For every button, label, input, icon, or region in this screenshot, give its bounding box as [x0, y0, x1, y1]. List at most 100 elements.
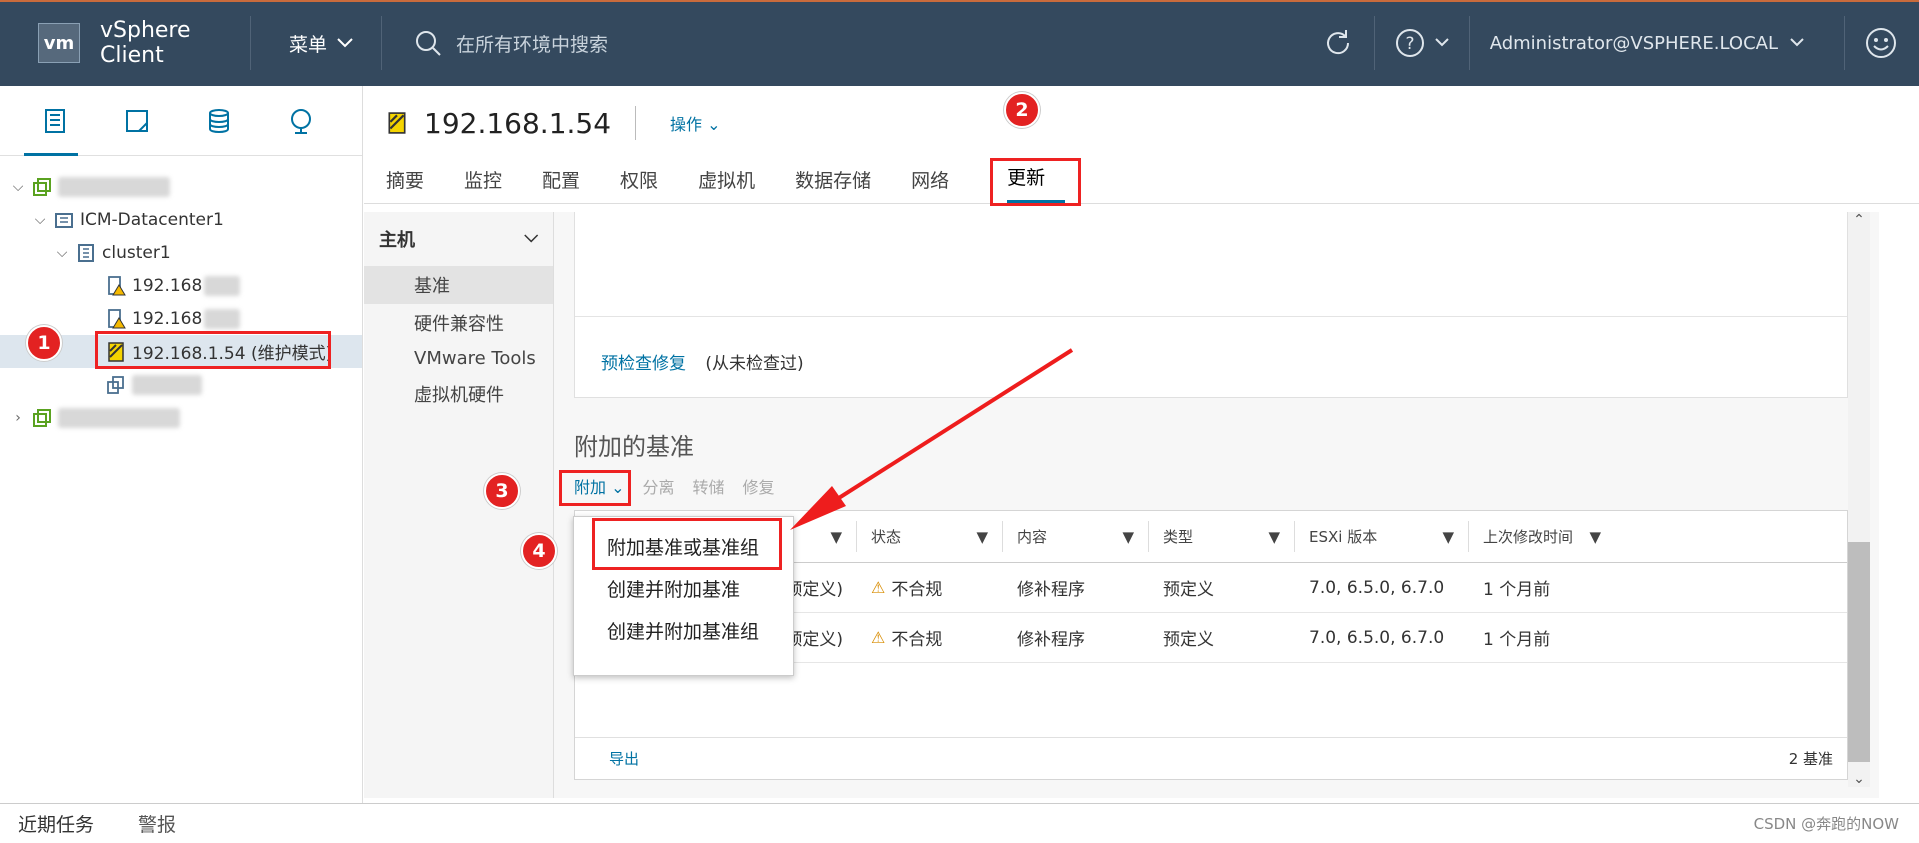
vcenter-icon: [33, 177, 51, 196]
subnav-title: 主机: [379, 230, 415, 251]
tab-datastores[interactable]: 数据存储: [795, 166, 891, 203]
cell-esxi: 7.0, 6.5.0, 6.7.0: [1309, 577, 1445, 598]
subnav-item-baselines[interactable]: 基准: [364, 266, 553, 304]
column-label: 上次修改时间: [1483, 528, 1574, 546]
redacted-name: [58, 176, 170, 197]
subnav-item-vmware-tools[interactable]: VMware Tools: [364, 342, 553, 375]
stage-button[interactable]: 转储: [693, 474, 725, 498]
precheck-link[interactable]: 预检查修复: [601, 354, 686, 374]
datacenter-label: ICM-Datacenter1: [80, 209, 224, 230]
cell-modified: 1 个月前: [1483, 580, 1551, 600]
hosts-clusters-icon[interactable]: [38, 104, 72, 138]
chevron-down-icon[interactable]: ⌵: [32, 212, 48, 228]
menu-item-create-attach-baseline-group[interactable]: 创建并附加基准组: [574, 609, 793, 651]
tree-node-cluster[interactable]: ⌵ cluster1: [0, 236, 362, 269]
tree-node-vcenter[interactable]: ⌵: [0, 170, 362, 203]
networking-icon[interactable]: [284, 104, 318, 138]
actions-menu-button[interactable]: 操作 ⌄: [670, 111, 721, 135]
cell-status: ⚠ 不合规: [857, 563, 1003, 612]
tab-vms[interactable]: 虚拟机: [698, 166, 775, 203]
filter-icon[interactable]: ▼: [1122, 528, 1134, 546]
subnav-header[interactable]: 主机 ⌵: [364, 212, 553, 266]
smiley-icon[interactable]: [1865, 27, 1897, 59]
top-bar: vm vSphere Client 菜单 在所有环境中搜索 ? Administ…: [0, 0, 1919, 86]
inventory-tree: ⌵ ⌵ ICM-Datacenter1 ⌵ cluster1 192.168 1…: [0, 156, 362, 434]
column-header-modified[interactable]: 上次修改时间 ▼: [1469, 521, 1615, 552]
menu-button[interactable]: 菜单: [289, 30, 353, 57]
host-maintenance-icon: [388, 112, 406, 134]
divider: [250, 16, 251, 70]
top-right-controls: ? Administrator@VSPHERE.LOCAL: [1322, 0, 1919, 86]
bottom-bar: 近期任务 警报 CSDN @奔跑的NOW: [0, 803, 1919, 843]
filter-icon[interactable]: ▼: [830, 528, 842, 546]
tree-node-datacenter[interactable]: ⌵ ICM-Datacenter1: [0, 203, 362, 236]
tree-node-host[interactable]: 192.168: [0, 269, 362, 302]
scroll-up-icon[interactable]: ⌃: [1848, 212, 1870, 228]
app-title: vSphere Client: [100, 18, 191, 68]
chevron-down-icon: ⌄: [707, 115, 721, 134]
chevron-down-icon[interactable]: [1435, 38, 1449, 48]
host-warning-icon: [108, 275, 126, 295]
tab-networks[interactable]: 网络: [911, 166, 969, 203]
step-badge-2: 2: [1004, 92, 1040, 128]
watermark: CSDN @奔跑的NOW: [1753, 815, 1899, 833]
cell-type: 预定义: [1163, 580, 1214, 600]
inventory-pane: ⌵ ⌵ ICM-Datacenter1 ⌵ cluster1 192.168 1…: [0, 86, 363, 803]
column-header-type[interactable]: 类型 ▼: [1149, 521, 1295, 552]
user-name: Administrator@VSPHERE.LOCAL: [1489, 32, 1778, 54]
host-label: 192.168: [132, 308, 203, 329]
filter-icon[interactable]: ▼: [1268, 528, 1280, 546]
scrollbar[interactable]: ⌃ ⌄: [1848, 212, 1870, 787]
column-header-content[interactable]: 内容 ▼: [1003, 521, 1149, 552]
redacted-name: [204, 308, 241, 329]
search-input[interactable]: 在所有环境中搜索: [414, 29, 1234, 57]
storage-icon[interactable]: [202, 104, 236, 138]
filter-icon[interactable]: ▼: [976, 528, 988, 546]
subnav-item-vm-hardware[interactable]: 虚拟机硬件: [364, 375, 553, 413]
highlight-box-attach: [559, 470, 631, 506]
filter-icon[interactable]: ▼: [1442, 528, 1454, 546]
step-badge-1: 1: [26, 325, 62, 361]
main-panel: 192.168.1.54 操作 ⌄ 摘要 监控 配置 权限 虚拟机 数据存储 网…: [364, 86, 1919, 803]
chevron-down-icon[interactable]: ⌵: [10, 179, 26, 195]
tree-node-vcenter[interactable]: ›: [0, 401, 362, 434]
tab-monitor[interactable]: 监控: [464, 166, 522, 203]
datacenter-icon: [55, 212, 73, 228]
cell-content: 修补程序: [1017, 580, 1085, 600]
divider: [381, 16, 383, 70]
alarms-tab[interactable]: 警报: [138, 810, 176, 837]
recent-tasks-tab[interactable]: 近期任务: [18, 810, 94, 837]
remediate-button[interactable]: 修复: [743, 474, 775, 498]
help-icon[interactable]: ?: [1395, 28, 1425, 58]
detach-button[interactable]: 分离: [643, 474, 675, 498]
actions-label: 操作: [670, 115, 703, 134]
refresh-icon[interactable]: [1322, 27, 1354, 59]
filter-icon[interactable]: ▼: [1589, 528, 1601, 546]
menu-item-create-attach-baseline[interactable]: 创建并附加基准: [574, 567, 793, 609]
vms-templates-icon[interactable]: [120, 104, 154, 138]
column-header-esxi[interactable]: ESXi 版本 ▼: [1295, 521, 1469, 552]
export-button[interactable]: 导出: [609, 748, 639, 769]
cell-type: 预定义: [1163, 630, 1214, 650]
subnav-item-hcl[interactable]: 硬件兼容性: [364, 304, 553, 342]
tab-permissions[interactable]: 权限: [620, 166, 678, 203]
scroll-down-icon[interactable]: ⌄: [1848, 771, 1870, 787]
scrollbar-thumb[interactable]: [1848, 542, 1870, 762]
vcenter-icon: [33, 408, 51, 427]
user-menu[interactable]: Administrator@VSPHERE.LOCAL: [1490, 33, 1804, 54]
column-label: ESXi 版本: [1309, 528, 1378, 546]
menu-label: 菜单: [289, 33, 328, 56]
cell-content: 修补程序: [1017, 630, 1085, 650]
tab-summary[interactable]: 摘要: [386, 166, 444, 203]
tab-configure[interactable]: 配置: [542, 166, 600, 203]
column-header-status[interactable]: 状态 ▼: [857, 521, 1003, 552]
warning-icon: ⚠: [871, 578, 886, 597]
table-footer: 导出 2 基准: [575, 737, 1847, 779]
vm-logo[interactable]: vm: [38, 23, 80, 63]
chevron-right-icon[interactable]: ›: [10, 410, 26, 426]
tree-node-vm[interactable]: [0, 368, 362, 401]
chevron-down-icon: [337, 38, 353, 48]
redacted-name: [204, 275, 241, 296]
status-text: 不合规: [891, 580, 943, 600]
chevron-down-icon[interactable]: ⌵: [54, 245, 70, 261]
